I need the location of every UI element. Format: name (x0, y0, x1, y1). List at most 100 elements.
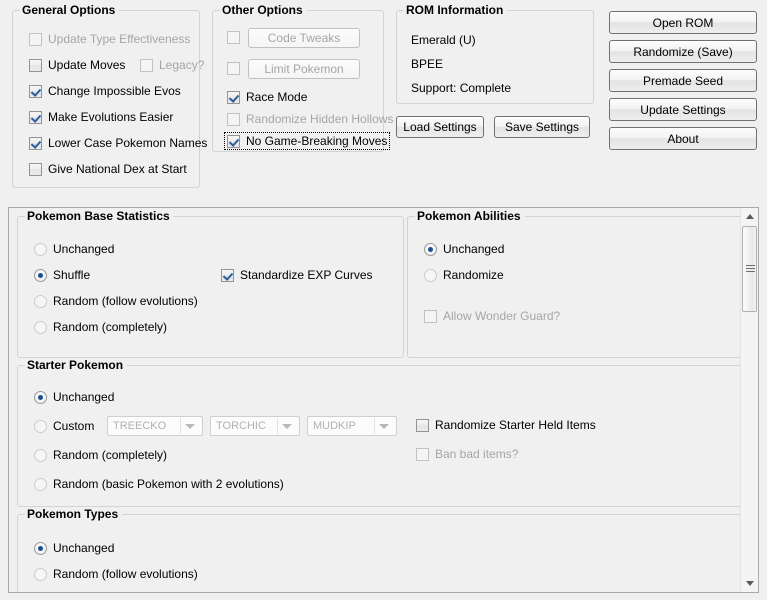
other-options-group: Other Options Code Tweaks Limit Pokemon … (212, 10, 384, 152)
scroll-down-button[interactable] (741, 575, 758, 592)
checkbox-label: Lower Case Pokemon Names (48, 136, 207, 150)
starter-1-value: TREECKO (113, 420, 166, 432)
checkbox-box (29, 111, 42, 124)
checkbox-ban-bad-items[interactable]: Ban bad items? (416, 447, 518, 461)
base-statistics-group: Pokemon Base Statistics Unchanged Shuffl… (17, 216, 404, 358)
limit-pokemon-button[interactable]: Limit Pokemon (248, 59, 360, 79)
radio-label: Custom (53, 419, 94, 433)
checkbox-label: Randomize Hidden Hollows (246, 112, 393, 126)
radio-abilities-unchanged[interactable]: Unchanged (424, 242, 504, 256)
triangle-down-icon (746, 581, 754, 586)
radio-base-stats-random-follow-evolutions[interactable]: Random (follow evolutions) (34, 294, 198, 308)
checkbox-box (29, 85, 42, 98)
radio-base-stats-shuffle[interactable]: Shuffle (34, 268, 90, 282)
checkbox-race-mode[interactable]: Race Mode (227, 90, 307, 104)
general-options-group: General Options Update Type Effectivenes… (12, 10, 200, 188)
randomizer-window: General Options Update Type Effectivenes… (0, 0, 767, 600)
radio-base-stats-unchanged[interactable]: Unchanged (34, 242, 114, 256)
checkbox-label: Update Type Effectiveness (48, 32, 190, 46)
checkbox-label: Randomize Starter Held Items (435, 418, 596, 432)
radio-circle (34, 449, 47, 462)
radio-circle (34, 568, 47, 581)
scroll-up-button[interactable] (741, 208, 758, 225)
radio-label: Random (follow evolutions) (53, 294, 198, 308)
starter-2-value: TORCHIC (216, 420, 266, 432)
grip-icon (746, 265, 755, 273)
checkbox-box (416, 448, 429, 461)
starter-1-dropdown[interactable]: TREECKO (107, 416, 203, 436)
radio-starter-random-completely[interactable]: Random (completely) (34, 448, 167, 462)
checkbox-limit-pokemon[interactable] (227, 62, 240, 75)
checkbox-legacy[interactable]: Legacy? (140, 58, 204, 72)
radio-starter-random-basic-two-evolutions[interactable]: Random (basic Pokemon with 2 evolutions) (34, 477, 284, 491)
radio-circle (34, 478, 47, 491)
scrollbar-thumb[interactable] (742, 226, 757, 312)
checkbox-label: Allow Wonder Guard? (443, 309, 560, 323)
radio-label: Unchanged (443, 242, 504, 256)
starter-2-dropdown[interactable]: TORCHIC (210, 416, 300, 436)
rom-code-text: BPEE (411, 57, 443, 71)
checkbox-give-national-dex-at-start[interactable]: Give National Dex at Start (29, 162, 187, 176)
checkbox-box (29, 33, 42, 46)
checkbox-change-impossible-evos[interactable]: Change Impossible Evos (29, 84, 181, 98)
radio-types-unchanged[interactable]: Unchanged (34, 541, 114, 555)
vertical-scrollbar[interactable] (740, 208, 758, 592)
dropdown-separator (374, 418, 375, 434)
load-settings-button[interactable]: Load Settings (396, 116, 484, 138)
radio-circle (34, 542, 47, 555)
checkbox-label: Race Mode (246, 90, 307, 104)
dropdown-separator (180, 418, 181, 434)
radio-circle (424, 269, 437, 282)
rom-version-text: Emerald (U) (411, 33, 476, 47)
radio-starter-unchanged[interactable]: Unchanged (34, 390, 114, 404)
radio-label: Random (basic Pokemon with 2 evolutions) (53, 477, 284, 491)
checkbox-randomize-hidden-hollows[interactable]: Randomize Hidden Hollows (227, 112, 393, 126)
radio-label: Unchanged (53, 541, 114, 555)
about-button[interactable]: About (609, 127, 757, 150)
radio-circle (34, 295, 47, 308)
rom-information-group: ROM Information Emerald (U) BPEE Support… (396, 10, 594, 104)
checkbox-box (227, 62, 240, 75)
checkbox-box (29, 137, 42, 150)
checkbox-no-game-breaking-moves[interactable]: No Game-Breaking Moves (226, 134, 388, 148)
radio-circle (34, 243, 47, 256)
checkbox-label: Change Impossible Evos (48, 84, 181, 98)
checkbox-lower-case-pokemon-names[interactable]: Lower Case Pokemon Names (29, 136, 207, 150)
radio-circle (34, 321, 47, 334)
update-settings-button[interactable]: Update Settings (609, 98, 757, 121)
checkbox-code-tweaks[interactable] (227, 31, 240, 44)
premade-seed-button[interactable]: Premade Seed (609, 69, 757, 92)
options-scroll-panel: Pokemon Base Statistics Unchanged Shuffl… (8, 207, 759, 593)
radio-types-random-follow-evolutions[interactable]: Random (follow evolutions) (34, 567, 198, 581)
checkbox-update-type-effectiveness[interactable]: Update Type Effectiveness (29, 32, 190, 46)
checkbox-box (29, 163, 42, 176)
checkbox-box (416, 419, 429, 432)
radio-base-stats-random-completely[interactable]: Random (completely) (34, 320, 167, 334)
radio-circle (424, 243, 437, 256)
checkbox-randomize-starter-held-items[interactable]: Randomize Starter Held Items (416, 418, 596, 432)
radio-abilities-randomize[interactable]: Randomize (424, 268, 504, 282)
checkbox-label: Make Evolutions Easier (48, 110, 173, 124)
radio-label: Randomize (443, 268, 504, 282)
rom-support-text: Support: Complete (411, 81, 511, 95)
open-rom-button[interactable]: Open ROM (609, 11, 757, 34)
checkbox-box (140, 59, 153, 72)
checkbox-label: No Game-Breaking Moves (246, 134, 387, 148)
chevron-down-icon (379, 424, 389, 429)
checkbox-label: Update Moves (48, 58, 125, 72)
checkbox-box (221, 269, 234, 282)
starter-pokemon-group: Starter Pokemon Unchanged Custom Random … (17, 365, 745, 507)
randomize-save-button[interactable]: Randomize (Save) (609, 40, 757, 63)
checkbox-make-evolutions-easier[interactable]: Make Evolutions Easier (29, 110, 173, 124)
radio-label: Unchanged (53, 390, 114, 404)
checkbox-update-moves[interactable]: Update Moves (29, 58, 125, 72)
radio-starter-custom[interactable]: Custom (34, 419, 94, 433)
starter-3-dropdown[interactable]: MUDKIP (307, 416, 397, 436)
checkbox-allow-wonder-guard[interactable]: Allow Wonder Guard? (424, 309, 560, 323)
checkbox-standardize-exp-curves[interactable]: Standardize EXP Curves (221, 268, 373, 282)
save-settings-button[interactable]: Save Settings (494, 116, 590, 138)
checkbox-box (29, 59, 42, 72)
checkbox-box (227, 113, 240, 126)
code-tweaks-button[interactable]: Code Tweaks (248, 28, 360, 48)
radio-circle (34, 391, 47, 404)
